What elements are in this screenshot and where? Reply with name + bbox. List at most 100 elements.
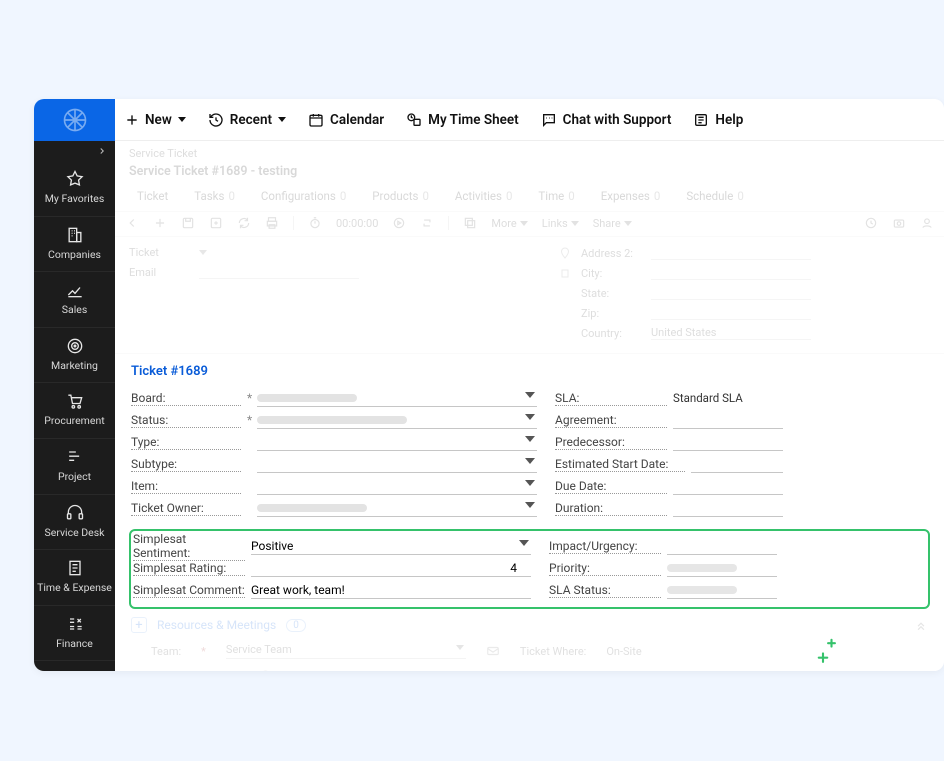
tab-configurations[interactable]: Configurations 0 xyxy=(261,189,346,203)
page-title: Service Ticket #1689 - testing xyxy=(115,160,944,189)
sidebar-item-time-expense[interactable]: Time & Expense xyxy=(34,550,115,606)
check-availability[interactable]: Check Availability xyxy=(259,669,364,671)
item-select[interactable] xyxy=(257,477,537,495)
agreement-field[interactable] xyxy=(673,411,783,429)
owner-select[interactable] xyxy=(257,499,537,517)
owner-label: Ticket Owner: xyxy=(131,501,241,516)
chat-icon xyxy=(541,112,557,128)
sidebar-label: Marketing xyxy=(51,360,98,373)
actions-dropdown[interactable]: Actions xyxy=(151,669,188,671)
back-icon[interactable] xyxy=(125,216,139,230)
email-label: Email xyxy=(129,266,189,279)
sidebar-item-finance[interactable]: Finance xyxy=(34,606,115,662)
star-icon xyxy=(65,169,85,189)
tab-ticket[interactable]: Ticket xyxy=(137,189,168,203)
sla-label: SLA: xyxy=(555,391,667,406)
tab-expenses[interactable]: Expenses 0 xyxy=(601,189,661,203)
country-label: Country: xyxy=(581,327,641,340)
due-field[interactable] xyxy=(673,477,783,495)
refresh-icon[interactable] xyxy=(237,216,251,230)
timer-value: 00:00:00 xyxy=(336,217,378,230)
country-field[interactable]: United States xyxy=(651,326,811,340)
help-icon xyxy=(693,112,709,128)
type-select[interactable] xyxy=(257,433,537,451)
subtype-select[interactable] xyxy=(257,455,537,473)
ticket-header-fields: Ticket Email Address 2: City: State: Zip… xyxy=(115,237,944,354)
mail-icon[interactable] xyxy=(486,644,500,658)
tab-time[interactable]: Time 0 xyxy=(538,189,574,203)
clock-icon[interactable] xyxy=(864,216,878,230)
board-select[interactable] xyxy=(257,389,537,407)
reschedule-link[interactable]: Reschedule Resources xyxy=(424,669,535,671)
sidebar-item-servicedesk[interactable]: Service Desk xyxy=(34,495,115,551)
links-dropdown[interactable]: Links xyxy=(542,217,579,230)
map-icon xyxy=(559,247,571,259)
plus-icon[interactable] xyxy=(153,216,167,230)
share-dropdown[interactable]: Share xyxy=(593,217,632,230)
chart-icon xyxy=(65,280,85,300)
priority-field[interactable] xyxy=(667,559,777,577)
tab-schedule[interactable]: Schedule 0 xyxy=(686,189,743,203)
tab-activities[interactable]: Activities 0 xyxy=(455,189,513,203)
cart-icon xyxy=(65,391,85,411)
sidebar-item-marketing[interactable]: Marketing xyxy=(34,328,115,384)
impact-field[interactable] xyxy=(667,537,777,555)
collapse-icon[interactable] xyxy=(914,618,928,632)
save-icon[interactable] xyxy=(181,216,195,230)
headset-icon xyxy=(65,503,85,523)
sidebar-item-procurement[interactable]: Procurement xyxy=(34,383,115,439)
camera-icon[interactable] xyxy=(892,216,906,230)
predecessor-field[interactable] xyxy=(673,433,783,451)
item-label: Item: xyxy=(131,479,241,494)
duration-field[interactable] xyxy=(673,499,783,517)
copy-icon[interactable] xyxy=(463,216,477,230)
addr2-field[interactable] xyxy=(651,246,811,260)
sidebar-item-project[interactable]: Project xyxy=(34,439,115,495)
sidebar-expand[interactable] xyxy=(34,141,115,161)
rating-field[interactable]: 4 xyxy=(251,559,531,577)
sentiment-select[interactable]: Positive xyxy=(251,537,531,555)
city-field[interactable] xyxy=(651,266,811,280)
sidebar-label: Procurement xyxy=(44,415,104,428)
calendar-button[interactable]: Calendar xyxy=(308,112,384,128)
team-select[interactable]: Service Team xyxy=(226,643,466,659)
chat-button[interactable]: Chat with Support xyxy=(541,112,672,128)
chat-label: Chat with Support xyxy=(563,112,672,128)
duration-label: Duration: xyxy=(555,501,667,516)
status-select[interactable] xyxy=(257,411,537,429)
recent-button[interactable]: Recent xyxy=(208,112,286,128)
est-start-field[interactable] xyxy=(691,455,783,473)
addr2-label: Address 2: xyxy=(581,247,641,260)
resources-title: Resources & Meetings xyxy=(157,618,276,632)
add-resource-button[interactable]: + xyxy=(131,617,147,633)
zip-field[interactable] xyxy=(651,306,811,320)
chevron-down-icon xyxy=(278,117,286,122)
state-field[interactable] xyxy=(651,286,811,300)
sidebar-item-companies[interactable]: Companies xyxy=(34,217,115,273)
new-button[interactable]: New xyxy=(125,112,186,128)
comment-field[interactable]: Great work, team! xyxy=(251,581,531,599)
ticket-label: Ticket xyxy=(129,246,189,259)
more-dropdown[interactable]: More xyxy=(491,217,527,230)
zip-label: Zip: xyxy=(581,307,641,320)
saveplus-icon[interactable] xyxy=(209,216,223,230)
city-label: City: xyxy=(581,267,641,280)
sla-status-field[interactable] xyxy=(667,581,777,599)
sidebar-item-favorites[interactable]: My Favorites xyxy=(34,161,115,217)
user-icon[interactable] xyxy=(920,216,934,230)
action-toolbar: 00:00:00 More Links Share xyxy=(115,211,944,237)
help-button[interactable]: Help xyxy=(693,112,743,128)
sidebar-item-sales[interactable]: Sales xyxy=(34,272,115,328)
tab-products[interactable]: Products 0 xyxy=(372,189,429,203)
email-field[interactable] xyxy=(199,265,359,279)
timer-icon[interactable] xyxy=(308,216,322,230)
print-icon[interactable] xyxy=(265,216,279,230)
loop-icon[interactable] xyxy=(420,216,434,230)
resources-section: + Resources & Meetings 0 Team: * Service… xyxy=(115,609,944,671)
sentiment-label: Simplesat Sentiment: xyxy=(133,532,245,561)
play-icon[interactable] xyxy=(392,216,406,230)
sla-value: Standard SLA xyxy=(673,389,783,407)
timesheet-button[interactable]: My Time Sheet xyxy=(406,112,519,128)
calendar-icon xyxy=(308,112,324,128)
tab-tasks[interactable]: Tasks 0 xyxy=(194,189,235,203)
